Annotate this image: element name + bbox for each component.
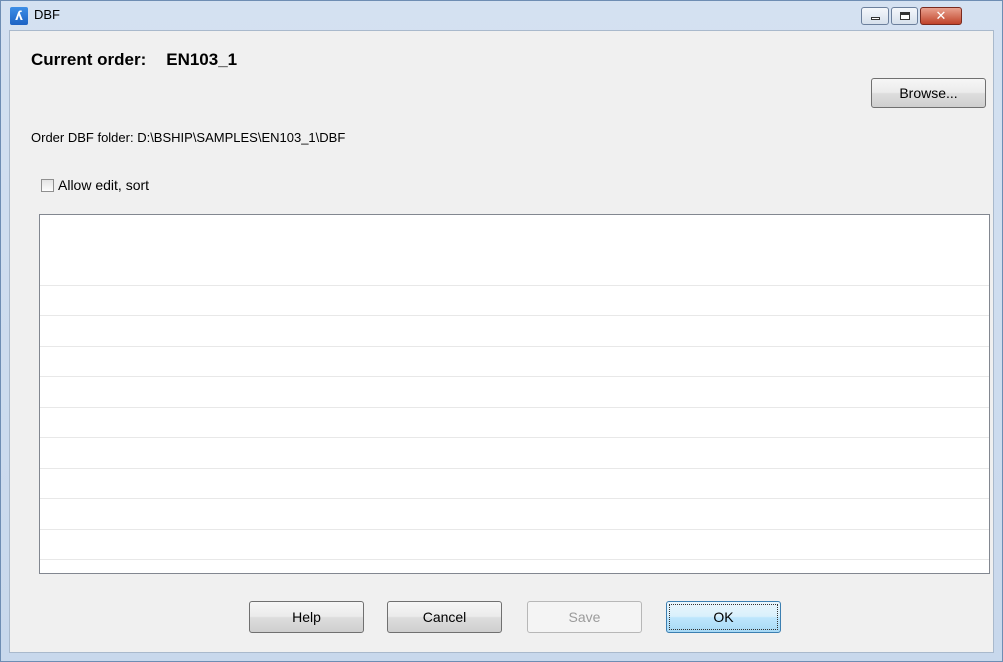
grid-row-line xyxy=(40,285,989,286)
current-order-value: EN103_1 xyxy=(166,50,238,69)
save-button[interactable]: Save xyxy=(527,601,642,633)
grid-row-line xyxy=(40,559,989,560)
grid-row-line xyxy=(40,376,989,377)
minimize-icon xyxy=(862,8,888,24)
close-button[interactable]: ✕ xyxy=(920,7,962,25)
allow-edit-label[interactable]: Allow edit, sort xyxy=(58,177,149,193)
cancel-button[interactable]: Cancel xyxy=(387,601,502,633)
order-dbf-folder: Order DBF folder: D:\BSHIP\SAMPLES\EN103… xyxy=(31,130,346,145)
grid-row-line xyxy=(40,468,989,469)
grid-row-line xyxy=(40,315,989,316)
browse-button[interactable]: Browse... xyxy=(871,78,986,108)
allow-edit-checkbox[interactable] xyxy=(41,178,54,192)
bricscad-icon: ʎ xyxy=(10,7,28,25)
grid-row-line xyxy=(40,529,989,530)
window-title: DBF xyxy=(34,7,60,22)
grid-row-line xyxy=(40,407,989,408)
current-order-label: Current order: xyxy=(31,50,147,69)
grid-row-line xyxy=(40,498,989,499)
minimize-button[interactable] xyxy=(861,7,889,25)
help-button[interactable]: Help xyxy=(249,601,364,633)
allow-edit-sort[interactable]: Allow edit, sort xyxy=(41,177,149,193)
close-icon: ✕ xyxy=(935,8,947,24)
title-bar[interactable]: ʎ DBF ✕ xyxy=(1,1,1002,30)
dbf-data-grid[interactable] xyxy=(39,214,990,574)
ok-button[interactable]: OK xyxy=(666,601,781,633)
grid-row-line xyxy=(40,346,989,347)
current-order: Current order: EN103_1 xyxy=(31,50,237,70)
grid-row-line xyxy=(40,437,989,438)
maximize-button[interactable] xyxy=(891,7,918,25)
maximize-icon xyxy=(892,8,917,24)
